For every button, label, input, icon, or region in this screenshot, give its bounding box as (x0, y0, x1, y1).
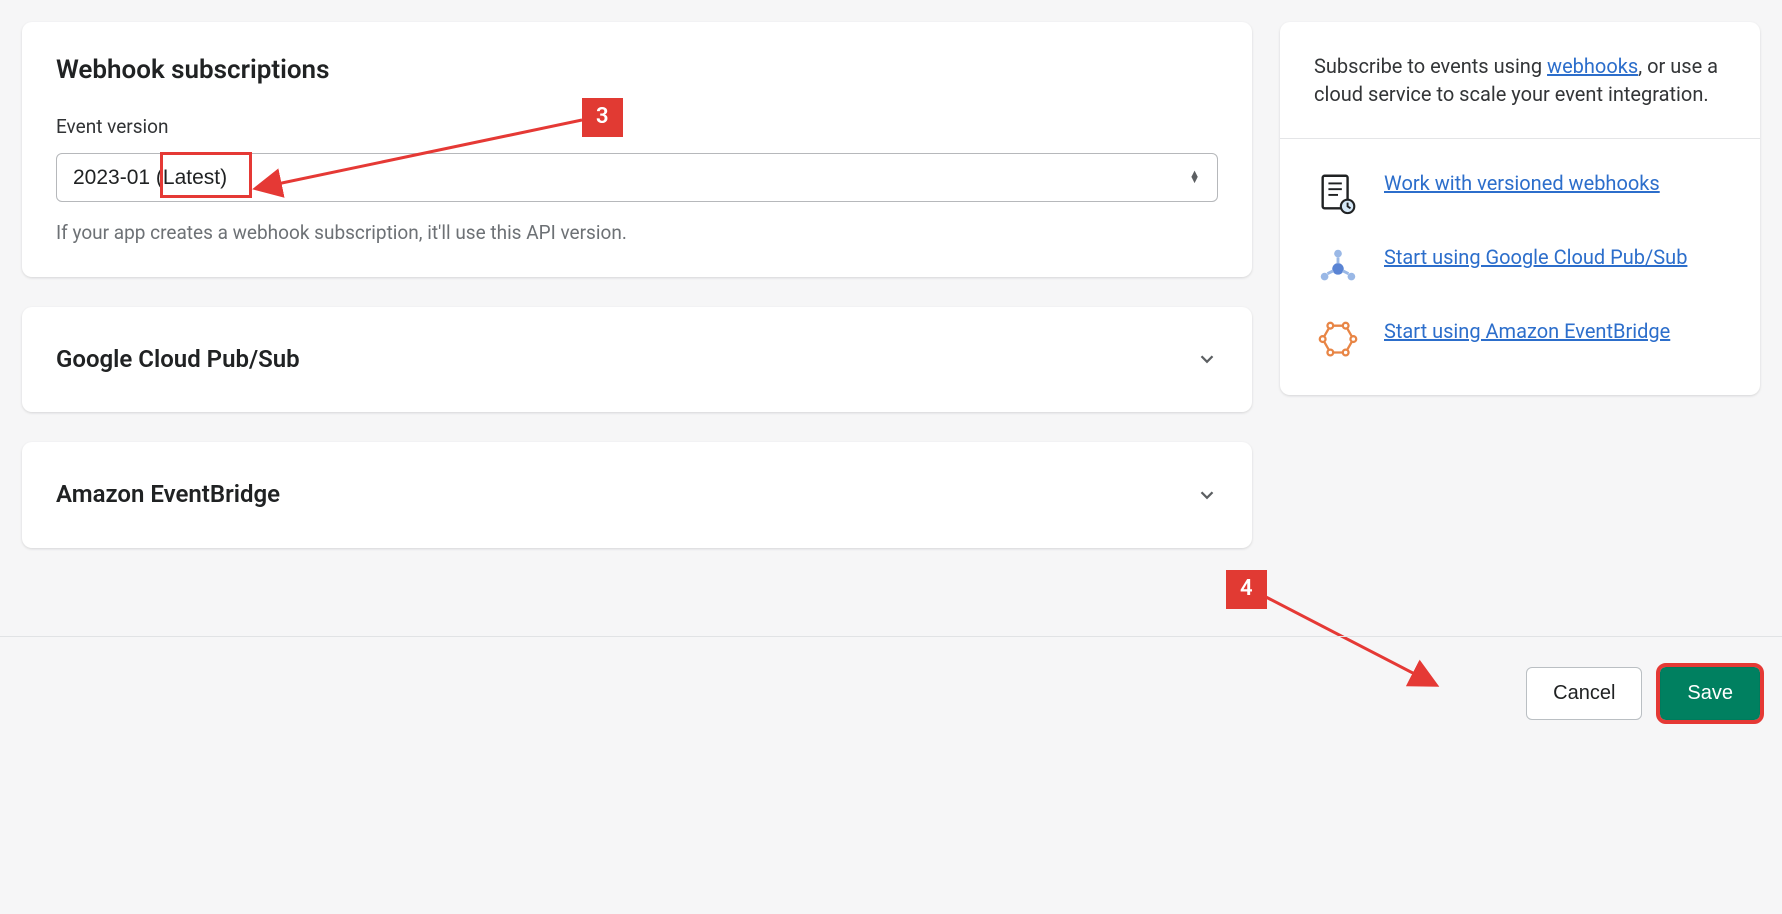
chevron-down-icon (1196, 348, 1218, 370)
webhooks-link[interactable]: webhooks (1547, 54, 1638, 78)
pubsub-icon (1314, 243, 1362, 291)
sidebar-link-label[interactable]: Start using Google Cloud Pub/Sub (1384, 243, 1687, 271)
google-pubsub-title: Google Cloud Pub/Sub (56, 343, 300, 377)
sidebar-link-versioned-webhooks: Work with versioned webhooks (1314, 169, 1726, 217)
event-version-select-wrap: 2023-01 (Latest) ▲▼ (56, 153, 1218, 202)
sidebar-link-eventbridge: Start using Amazon EventBridge (1314, 317, 1726, 365)
webhook-subscriptions-card: Webhook subscriptions Event version 2023… (22, 22, 1252, 277)
cancel-button[interactable]: Cancel (1526, 667, 1642, 720)
sidebar-link-label[interactable]: Start using Amazon EventBridge (1384, 317, 1670, 345)
eventbridge-icon (1314, 317, 1362, 365)
chevron-down-icon (1196, 484, 1218, 506)
amazon-eventbridge-title: Amazon EventBridge (56, 478, 280, 512)
webhook-heading: Webhook subscriptions (56, 52, 1218, 88)
sidebar-link-pubsub: Start using Google Cloud Pub/Sub (1314, 243, 1726, 291)
document-icon (1314, 169, 1362, 217)
sidebar-card: Subscribe to events using webhooks, or u… (1280, 22, 1760, 395)
event-version-select[interactable]: 2023-01 (Latest) (56, 153, 1218, 202)
event-version-label: Event version (56, 114, 1218, 141)
event-version-helper: If your app creates a webhook subscripti… (56, 220, 1218, 247)
amazon-eventbridge-card[interactable]: Amazon EventBridge (22, 442, 1252, 548)
google-pubsub-card[interactable]: Google Cloud Pub/Sub (22, 307, 1252, 413)
sidebar-link-label[interactable]: Work with versioned webhooks (1384, 169, 1660, 197)
footer-bar: Cancel Save (0, 636, 1782, 720)
sidebar-intro: Subscribe to events using webhooks, or u… (1314, 52, 1726, 108)
save-button[interactable]: Save (1660, 667, 1760, 720)
